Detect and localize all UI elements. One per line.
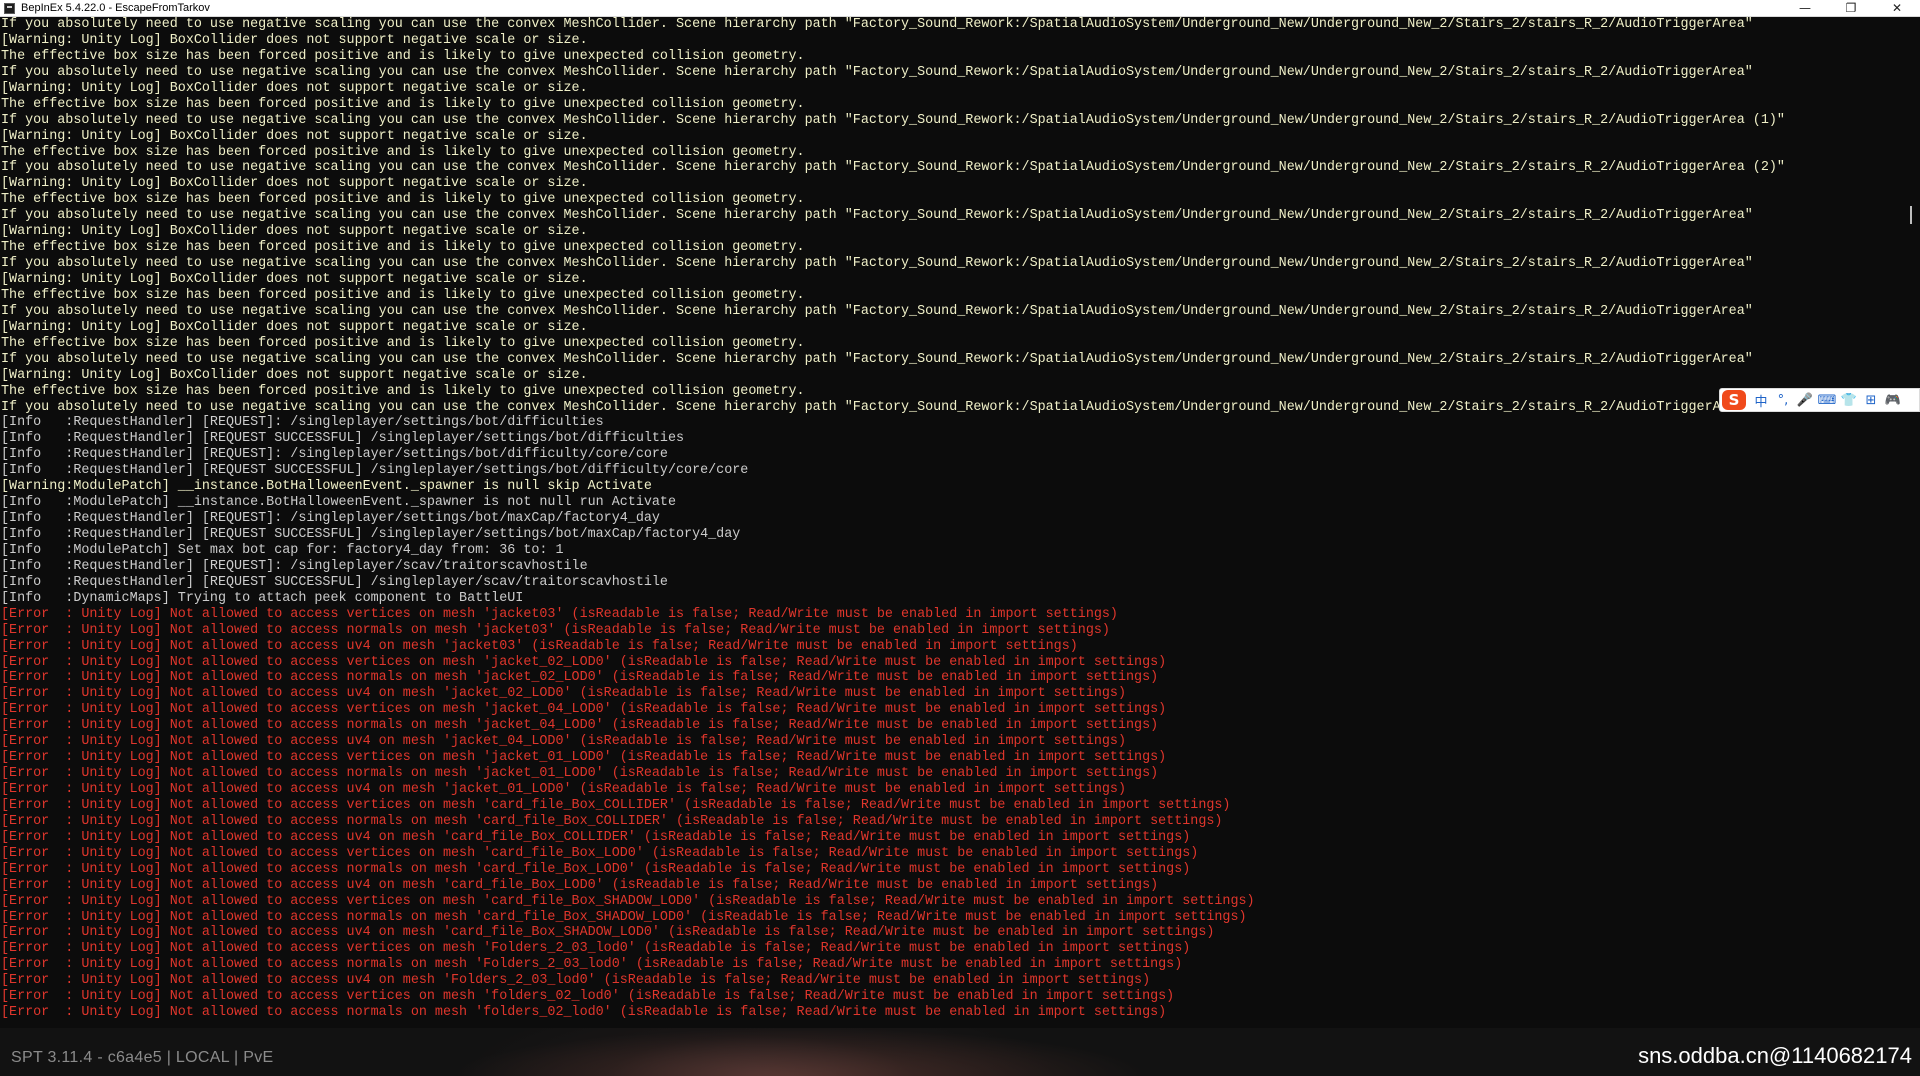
- console-line-err: [Error : Unity Log] Not allowed to acces…: [1, 702, 1167, 718]
- console-line-err: [Error : Unity Log] Not allowed to acces…: [1, 750, 1167, 766]
- console-line-warn: If you absolutely need to use negative s…: [1, 303, 1753, 319]
- console-line-info: [Info :RequestHandler] [REQUEST SUCCESSF…: [1, 574, 668, 590]
- sogou-logo-icon[interactable]: S: [1722, 390, 1746, 410]
- console-line-err: [Error : Unity Log] Not allowed to acces…: [1, 638, 1078, 654]
- console-line-warn: The effective box size has been forced p…: [1, 335, 805, 351]
- console-line-err: [Error : Unity Log] Not allowed to acces…: [1, 893, 1255, 909]
- console-line-err: [Error : Unity Log] Not allowed to acces…: [1, 909, 1247, 925]
- spt-version-label: SPT 3.11.4 - c6a4e5 | LOCAL | PvE: [11, 1049, 274, 1066]
- window-titlebar[interactable]: BepInEx 5.4.22.0 - EscapeFromTarkov — ❐ …: [0, 0, 1920, 17]
- console-line-info: [Info :RequestHandler] [REQUEST]: /singl…: [1, 558, 588, 574]
- console-line-err: [Error : Unity Log] Not allowed to acces…: [1, 877, 1159, 893]
- console-line-info: [Info :ModulePatch] __instance.BotHallow…: [1, 495, 676, 511]
- microphone-icon[interactable]: 🎤: [1794, 390, 1816, 410]
- console-line-info: [Info :RequestHandler] [REQUEST]: /singl…: [1, 415, 604, 431]
- console-line-warn: The effective box size has been forced p…: [1, 48, 805, 64]
- console-line-err: [Error : Unity Log] Not allowed to acces…: [1, 654, 1167, 670]
- console-line-err: [Error : Unity Log] Not allowed to acces…: [1, 797, 1231, 813]
- console-line-warn: If you absolutely need to use negative s…: [1, 112, 1785, 128]
- console-line-warn: [Warning: Unity Log] BoxCollider does no…: [1, 176, 588, 192]
- console-line-err: [Error : Unity Log] Not allowed to acces…: [1, 861, 1191, 877]
- minimize-button[interactable]: —: [1782, 0, 1828, 16]
- console-line-info: [Info :RequestHandler] [REQUEST SUCCESSF…: [1, 527, 741, 542]
- console-line-err: [Error : Unity Log] Not allowed to acces…: [1, 1005, 1167, 1021]
- console-line-warn: If you absolutely need to use negative s…: [1, 351, 1753, 367]
- keyboard-icon[interactable]: ⌨: [1816, 390, 1838, 410]
- toolbox-icon[interactable]: ⊞: [1860, 390, 1882, 410]
- console-line-warn: If you absolutely need to use negative s…: [1, 256, 1753, 272]
- console-line-err: [Error : Unity Log] Not allowed to acces…: [1, 782, 1126, 797]
- console-line-err: [Error : Unity Log] Not allowed to acces…: [1, 989, 1175, 1005]
- console-line-err: [Error : Unity Log] Not allowed to acces…: [1, 718, 1159, 734]
- window-title: BepInEx 5.4.22.0 - EscapeFromTarkov: [21, 2, 210, 14]
- ime-toolbar[interactable]: S 中 °, 🎤 ⌨ 👕 ⊞ 🎮: [1719, 388, 1920, 412]
- console-line-warn: The effective box size has been forced p…: [1, 144, 805, 160]
- console-line-warn: [Warning: Unity Log] BoxCollider does no…: [1, 128, 588, 144]
- console-line-err: [Error : Unity Log] Not allowed to acces…: [1, 813, 1223, 829]
- skin-icon[interactable]: 👕: [1838, 390, 1860, 410]
- chinese-mode-icon[interactable]: 中: [1750, 390, 1772, 410]
- console-line-err: [Error : Unity Log] Not allowed to acces…: [1, 941, 1191, 957]
- console-line-info: [Info :RequestHandler] [REQUEST]: /singl…: [1, 447, 668, 463]
- console-line-warn: If you absolutely need to use negative s…: [1, 208, 1753, 224]
- console-output[interactable]: If you absolutely need to use negative s…: [0, 17, 1905, 1028]
- console-app-icon: [4, 2, 15, 14]
- console-line-warn: The effective box size has been forced p…: [1, 96, 805, 112]
- console-line-warn: If you absolutely need to use negative s…: [1, 399, 1753, 415]
- console-line-warn: [Warning: Unity Log] BoxCollider does no…: [1, 272, 588, 287]
- console-line-warn: [Warning: Unity Log] BoxCollider does no…: [1, 32, 588, 48]
- scrollbar-thumb[interactable]: [1910, 206, 1912, 224]
- console-line-err: [Error : Unity Log] Not allowed to acces…: [1, 973, 1151, 989]
- window-controls: — ❐ ✕: [1782, 0, 1920, 16]
- console-line-err: [Error : Unity Log] Not allowed to acces…: [1, 606, 1118, 622]
- console-line-warn: [Warning: Unity Log] BoxCollider does no…: [1, 367, 588, 383]
- console-line-info: [Info :ModulePatch] Set max bot cap for:…: [1, 542, 564, 558]
- background-glow: [450, 1028, 1150, 1076]
- console-line-err: [Error : Unity Log] Not allowed to acces…: [1, 957, 1183, 973]
- console-line-warn: The effective box size has been forced p…: [1, 287, 805, 303]
- punctuation-icon[interactable]: °,: [1772, 390, 1794, 410]
- console-line-err: [Error : Unity Log] Not allowed to acces…: [1, 766, 1159, 782]
- restore-button[interactable]: ❐: [1828, 0, 1874, 16]
- console-line-info: [Info :RequestHandler] [REQUEST SUCCESSF…: [1, 431, 685, 447]
- console-line-warn: [Warning:ModulePatch] __instance.BotHall…: [1, 479, 652, 495]
- console-line-warn: The effective box size has been forced p…: [1, 383, 805, 399]
- console-line-err: [Error : Unity Log] Not allowed to acces…: [1, 622, 1110, 638]
- console-line-info: [Info :DynamicMaps] Trying to attach pee…: [1, 590, 524, 606]
- console-line-err: [Error : Unity Log] Not allowed to acces…: [1, 686, 1126, 702]
- console-line-warn: [Warning: Unity Log] BoxCollider does no…: [1, 319, 588, 335]
- console-line-warn: If you absolutely need to use negative s…: [1, 17, 1753, 32]
- console-line-info: [Info :RequestHandler] [REQUEST SUCCESSF…: [1, 463, 749, 479]
- game-icon[interactable]: 🎮: [1882, 390, 1904, 410]
- console-line-info: [Info :RequestHandler] [REQUEST]: /singl…: [1, 511, 660, 527]
- game-background-strip: SPT 3.11.4 - c6a4e5 | LOCAL | PvE sns.od…: [0, 1028, 1920, 1076]
- console-line-warn: The effective box size has been forced p…: [1, 192, 805, 208]
- console-line-err: [Error : Unity Log] Not allowed to acces…: [1, 925, 1215, 941]
- console-line-err: [Error : Unity Log] Not allowed to acces…: [1, 829, 1191, 845]
- console-line-warn: If you absolutely need to use negative s…: [1, 64, 1753, 80]
- watermark-text: sns.oddba.cn@1140682174: [1638, 1043, 1912, 1068]
- console-line-err: [Error : Unity Log] Not allowed to acces…: [1, 845, 1199, 861]
- close-button[interactable]: ✕: [1874, 0, 1920, 16]
- console-line-warn: The effective box size has been forced p…: [1, 240, 805, 256]
- console-line-warn: If you absolutely need to use negative s…: [1, 160, 1785, 176]
- console-line-err: [Error : Unity Log] Not allowed to acces…: [1, 734, 1126, 750]
- console-line-err: [Error : Unity Log] Not allowed to acces…: [1, 670, 1159, 686]
- console-line-warn: [Warning: Unity Log] BoxCollider does no…: [1, 80, 588, 96]
- console-line-warn: [Warning: Unity Log] BoxCollider does no…: [1, 224, 588, 240]
